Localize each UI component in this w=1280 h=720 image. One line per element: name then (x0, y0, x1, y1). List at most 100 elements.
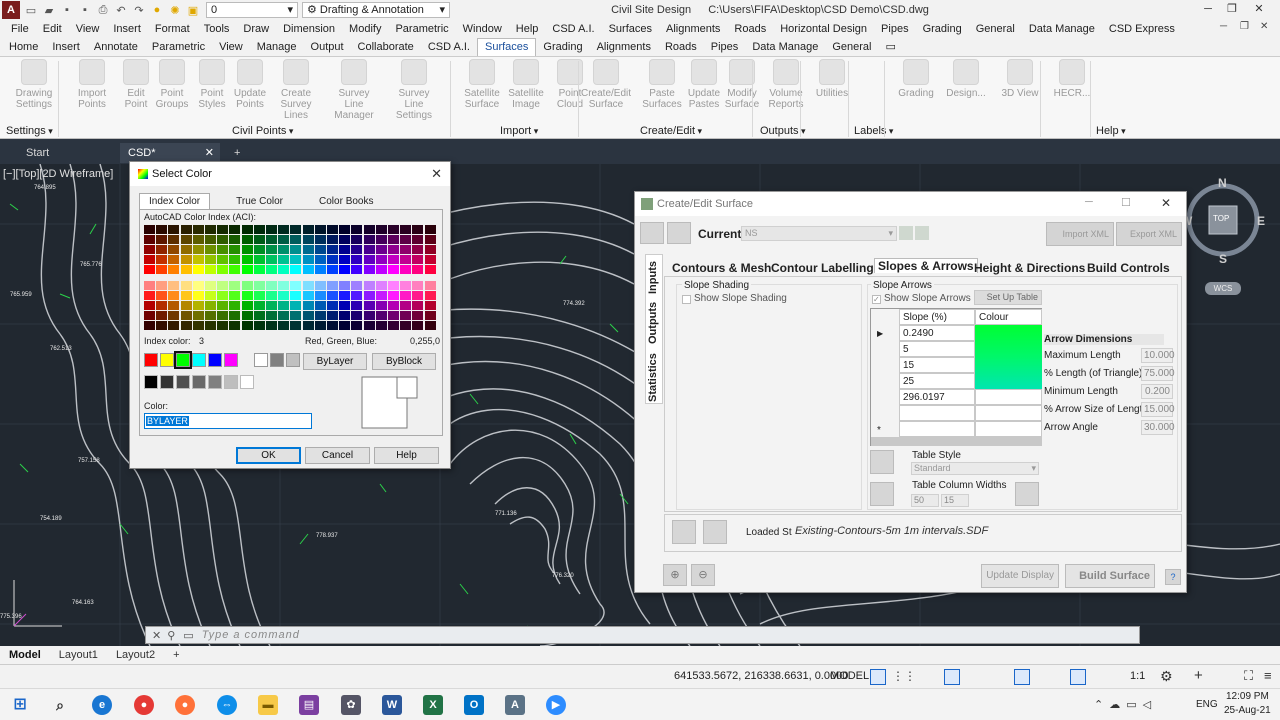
plus-icon[interactable]: + (1194, 667, 1203, 684)
minimize-icon[interactable]: ─ (1085, 196, 1093, 208)
ribbon-tab-data-manage[interactable]: Data Manage (745, 39, 825, 56)
aci-swatch[interactable] (339, 235, 351, 244)
clock-date[interactable]: 25-Aug-21 (1224, 705, 1271, 716)
aci-swatch[interactable] (388, 291, 399, 300)
aci-swatch[interactable] (217, 225, 229, 234)
aci-swatch[interactable] (424, 311, 436, 320)
wcs-button[interactable]: WCS (1205, 282, 1241, 295)
close-icon[interactable]: ✕ (1161, 196, 1171, 210)
menu-format[interactable]: Format (148, 23, 197, 35)
aci-swatch[interactable] (351, 301, 363, 310)
standard-color-swatch[interactable] (286, 353, 300, 367)
arrow-dim-value-minimum-length[interactable]: 0.200 (1141, 384, 1173, 399)
ribbon-button-update-points[interactable]: Update Points (224, 59, 276, 110)
table-style-select[interactable]: Standard ▾ (911, 462, 1039, 475)
surface-edit-icon[interactable] (899, 226, 913, 240)
aci-swatch[interactable] (229, 255, 241, 264)
ribbon-tab-view[interactable]: View (212, 39, 250, 56)
aci-swatch[interactable] (241, 265, 253, 274)
side-tab-inputs[interactable]: Inputs (647, 261, 659, 294)
aci-swatch[interactable] (388, 311, 399, 320)
aci-swatch[interactable] (339, 255, 351, 264)
aci-swatch[interactable] (205, 245, 216, 254)
ribbon-button-create-survey-lines[interactable]: Create Survey Lines (270, 59, 322, 121)
aci-swatch[interactable] (314, 321, 326, 330)
ribbon-tab-output[interactable]: Output (304, 39, 351, 56)
tray-icons[interactable]: ⌃☁▭◁ (1094, 698, 1157, 711)
ribbon-button-grading[interactable]: Grading (890, 59, 942, 99)
clock-time[interactable]: 12:09 PM (1226, 691, 1269, 702)
aci-swatch[interactable] (266, 235, 277, 244)
aci-swatch[interactable] (229, 245, 241, 254)
aci-swatch[interactable] (400, 291, 412, 300)
aci-swatch[interactable] (400, 301, 412, 310)
aci-swatch[interactable] (229, 291, 241, 300)
aci-swatch[interactable] (253, 321, 265, 330)
standard-color-swatch[interactable] (208, 353, 222, 367)
aci-swatch[interactable] (351, 291, 363, 300)
menu-draw[interactable]: Draw (236, 23, 276, 35)
plot-icon[interactable]: ⎙ (96, 3, 110, 17)
menu-file[interactable]: File (4, 23, 36, 35)
aci-swatch[interactable] (302, 321, 314, 330)
aci-swatch[interactable] (144, 255, 155, 264)
aci-swatch[interactable] (168, 291, 180, 300)
add-layout-icon[interactable]: + (164, 649, 188, 661)
aci-swatch[interactable] (241, 311, 253, 320)
aci-swatch[interactable] (144, 301, 155, 310)
load-surface-icon[interactable] (672, 520, 696, 544)
aci-swatch[interactable] (156, 255, 168, 264)
aci-swatch[interactable] (168, 255, 180, 264)
aci-swatch[interactable] (375, 225, 387, 234)
firefox-icon[interactable]: ● (175, 695, 195, 715)
aci-swatch[interactable] (400, 265, 412, 274)
aci-swatch[interactable] (217, 245, 229, 254)
aci-swatch[interactable] (205, 255, 216, 264)
aci-swatch[interactable] (314, 281, 326, 290)
polar-icon[interactable] (944, 669, 960, 685)
aci-swatch[interactable] (217, 265, 229, 274)
ribbon-tab-general[interactable]: General (825, 39, 878, 56)
aci-swatch[interactable] (339, 321, 351, 330)
app-icon[interactable]: ✿ (341, 695, 361, 715)
ribbon-button-design[interactable]: Design... (940, 59, 992, 99)
aci-swatch[interactable] (363, 225, 375, 234)
file-explorer-icon[interactable]: ▬ (258, 695, 278, 715)
aci-swatch[interactable] (278, 301, 290, 310)
aci-swatch[interactable] (266, 225, 277, 234)
menu-tools[interactable]: Tools (197, 23, 237, 35)
aci-swatch[interactable] (339, 225, 351, 234)
column-width-2-input[interactable]: 15 (941, 494, 969, 507)
aci-swatch[interactable] (375, 255, 387, 264)
aci-swatch[interactable] (388, 245, 399, 254)
language-indicator[interactable]: ENG (1196, 699, 1218, 710)
viewport-label[interactable]: [−][Top][2D Wireframe] (3, 168, 113, 180)
standard-color-swatch[interactable] (224, 353, 238, 367)
layer-sun-icon[interactable]: ✺ (168, 3, 182, 17)
aci-swatch[interactable] (351, 225, 363, 234)
menu-csd-express[interactable]: CSD Express (1102, 23, 1182, 35)
aci-swatch[interactable] (229, 321, 241, 330)
colour-cell[interactable] (975, 389, 1042, 405)
ribbon-more-icon[interactable]: ▭ (879, 38, 903, 56)
help-button[interactable]: Help (374, 447, 439, 464)
aci-swatch[interactable] (266, 255, 277, 264)
aci-swatch[interactable] (424, 291, 436, 300)
layout-tab-layout2[interactable]: Layout2 (107, 649, 164, 661)
aci-swatch[interactable] (314, 235, 326, 244)
aci-swatch[interactable] (144, 235, 155, 244)
aci-swatch[interactable] (241, 291, 253, 300)
menu-parametric[interactable]: Parametric (388, 23, 455, 35)
aci-swatch[interactable] (375, 291, 387, 300)
aci-swatch[interactable] (278, 311, 290, 320)
aci-swatch[interactable] (363, 301, 375, 310)
aci-swatch[interactable] (278, 255, 290, 264)
close-icon[interactable]: ✕ (1248, 0, 1270, 18)
update-display-button[interactable]: Update Display (981, 564, 1059, 588)
ribbon-tab-csd-a-i[interactable]: CSD A.I. (421, 39, 477, 56)
aci-swatch[interactable] (217, 311, 229, 320)
standard-color-swatch[interactable] (192, 353, 206, 367)
aci-swatch[interactable] (144, 291, 155, 300)
layout-tab-layout1[interactable]: Layout1 (50, 649, 107, 661)
aci-swatch[interactable] (327, 301, 338, 310)
